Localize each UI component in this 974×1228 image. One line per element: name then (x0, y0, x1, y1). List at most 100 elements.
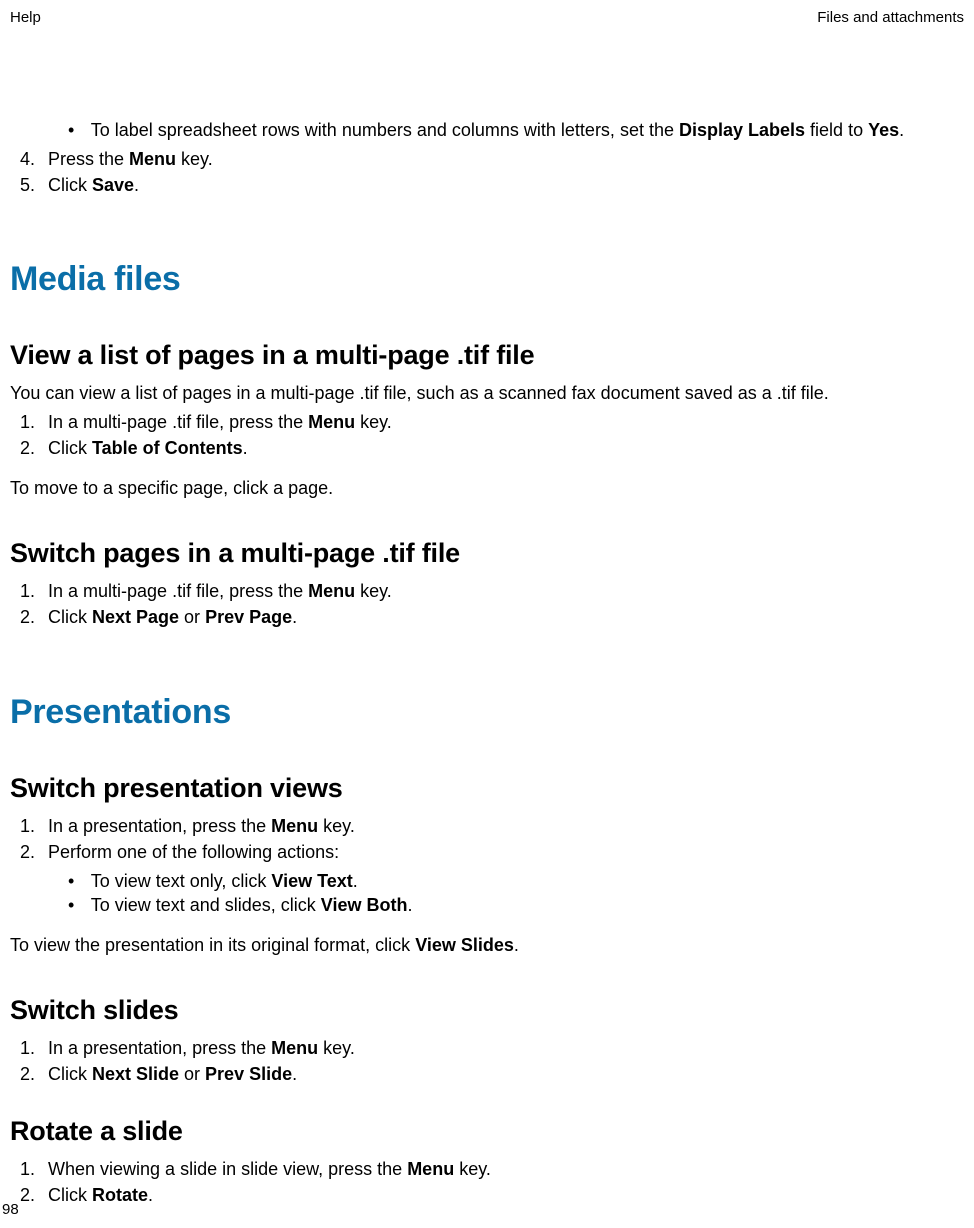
step-item: 2. Perform one of the following actions: (20, 840, 964, 864)
text: key. (355, 412, 392, 432)
topic-heading-switch-views: Switch presentation views (10, 770, 964, 806)
topic-heading-switch-pages: Switch pages in a multi-page .tif file (10, 535, 964, 571)
step-number: 2. (20, 840, 48, 864)
text: field to (805, 120, 868, 140)
step-number: 2. (20, 605, 48, 629)
text: . (353, 871, 358, 891)
step-item: 5. Click Save. (20, 173, 964, 197)
text: . (148, 1185, 153, 1205)
step-text: Click Table of Contents. (48, 436, 248, 460)
section-heading-media-files: Media files (10, 257, 964, 303)
step-text: Click Next Page or Prev Page. (48, 605, 297, 629)
step-text: In a presentation, press the Menu key. (48, 814, 355, 838)
text: Click (48, 1064, 92, 1084)
intro-paragraph: You can view a list of pages in a multi-… (10, 381, 964, 405)
text: In a presentation, press the (48, 1038, 271, 1058)
text: . (243, 438, 248, 458)
step-item: 4. Press the Menu key. (20, 147, 964, 171)
text-bold: Next Slide (92, 1064, 179, 1084)
step-number: 1. (20, 579, 48, 603)
text-bold: Menu (271, 816, 318, 836)
header-left: Help (10, 8, 41, 28)
text: Click (48, 1185, 92, 1205)
text-bold: Next Page (92, 607, 179, 627)
text: Click (48, 175, 92, 195)
topic-heading-view-list: View a list of pages in a multi-page .ti… (10, 337, 964, 373)
text: In a multi-page .tif file, press the (48, 412, 308, 432)
step-text: Perform one of the following actions: (48, 840, 339, 864)
step-number: 5. (20, 173, 48, 197)
text: key. (318, 1038, 355, 1058)
continuation-steps: 4. Press the Menu key. 5. Click Save. (20, 147, 964, 198)
text: key. (176, 149, 213, 169)
text-bold: Menu (271, 1038, 318, 1058)
text: . (514, 935, 519, 955)
step-item: 2. Click Table of Contents. (20, 436, 964, 460)
text-bold: Prev Page (205, 607, 292, 627)
bullet-item: To view text only, click View Text. (68, 869, 964, 893)
step-item: 1. In a presentation, press the Menu key… (20, 814, 964, 838)
text-bold: View Both (321, 895, 408, 915)
text-bold: Prev Slide (205, 1064, 292, 1084)
text: Click (48, 607, 92, 627)
steps-list: 1. In a multi-page .tif file, press the … (20, 579, 964, 630)
text: To view text only, click (91, 871, 272, 891)
text: . (899, 120, 904, 140)
step-number: 2. (20, 436, 48, 460)
step-item: 1. In a multi-page .tif file, press the … (20, 410, 964, 434)
text: key. (355, 581, 392, 601)
topic-heading-rotate-slide: Rotate a slide (10, 1113, 964, 1149)
text: . (134, 175, 139, 195)
bullet-item: To label spreadsheet rows with numbers a… (68, 118, 964, 142)
text: To view text and slides, click (91, 895, 321, 915)
topic-heading-switch-slides: Switch slides (10, 992, 964, 1028)
text: To label spreadsheet rows with numbers a… (91, 120, 679, 140)
steps-list: 1. In a multi-page .tif file, press the … (20, 410, 964, 461)
text: key. (318, 816, 355, 836)
step-text: In a multi-page .tif file, press the Men… (48, 410, 392, 434)
text: . (292, 607, 297, 627)
text: To view the presentation in its original… (10, 935, 415, 955)
text: or (179, 1064, 205, 1084)
text: Click (48, 438, 92, 458)
text: . (407, 895, 412, 915)
step-number: 2. (20, 1183, 48, 1207)
followup-paragraph: To move to a specific page, click a page… (10, 476, 964, 500)
step-text: Click Save. (48, 173, 139, 197)
section-heading-presentations: Presentations (10, 690, 964, 736)
step-text: Press the Menu key. (48, 147, 213, 171)
text-bold: View Slides (415, 935, 514, 955)
step-number: 1. (20, 1157, 48, 1181)
text-bold: Display Labels (679, 120, 805, 140)
step-text: Click Rotate. (48, 1183, 153, 1207)
step-item: 2. Click Next Page or Prev Page. (20, 605, 964, 629)
text: key. (454, 1159, 491, 1179)
text: In a presentation, press the (48, 816, 271, 836)
text: Press the (48, 149, 129, 169)
step-item: 1. When viewing a slide in slide view, p… (20, 1157, 964, 1181)
step-number: 2. (20, 1062, 48, 1086)
steps-list: 1. When viewing a slide in slide view, p… (20, 1157, 964, 1208)
step-item: 1. In a presentation, press the Menu key… (20, 1036, 964, 1060)
header-right: Files and attachments (817, 8, 964, 28)
step-number: 1. (20, 410, 48, 434)
page-content: To label spreadsheet rows with numbers a… (10, 118, 964, 1207)
text-bold: Rotate (92, 1185, 148, 1205)
sub-bullets: To view text only, click View Text. To v… (68, 869, 964, 918)
step-number: 1. (20, 814, 48, 838)
continuation-bullets: To label spreadsheet rows with numbers a… (68, 118, 964, 142)
text-bold: View Text (271, 871, 352, 891)
page-header: Help Files and attachments (10, 8, 964, 28)
step-text: When viewing a slide in slide view, pres… (48, 1157, 491, 1181)
text-bold: Table of Contents (92, 438, 243, 458)
text: In a multi-page .tif file, press the (48, 581, 308, 601)
step-item: 2. Click Rotate. (20, 1183, 964, 1207)
step-text: In a presentation, press the Menu key. (48, 1036, 355, 1060)
steps-list: 1. In a presentation, press the Menu key… (20, 1036, 964, 1087)
text: or (179, 607, 205, 627)
text-bold: Menu (129, 149, 176, 169)
text: When viewing a slide in slide view, pres… (48, 1159, 407, 1179)
step-text: Click Next Slide or Prev Slide. (48, 1062, 297, 1086)
page-number: 98 (2, 1200, 19, 1220)
step-number: 1. (20, 1036, 48, 1060)
